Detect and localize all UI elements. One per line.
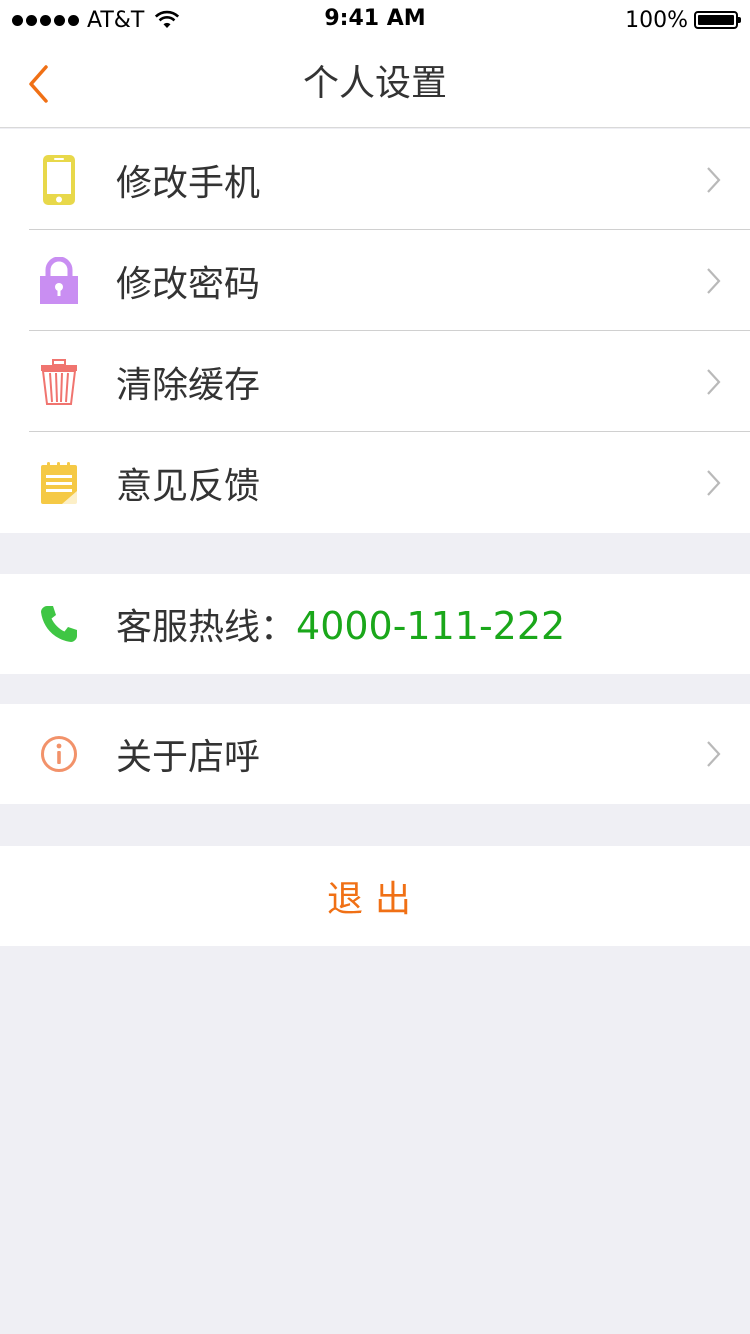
logout-button[interactable]: 退出 — [0, 846, 750, 946]
menu-item-feedback[interactable]: 意见反馈 — [0, 432, 750, 533]
menu-item-label: 修改密码 — [116, 263, 261, 305]
hotline-number[interactable]: 4000-111-222 — [296, 604, 565, 648]
chevron-right-icon — [707, 166, 721, 193]
hotline-section: 客服热线：4000-111-222 — [0, 574, 750, 674]
about-section: 关于店呼 — [0, 704, 750, 804]
menu-item-label: 关于店呼 — [116, 737, 261, 778]
menu-item-about[interactable]: 关于店呼 — [0, 704, 750, 804]
page-title: 个人设置 — [302, 63, 447, 104]
menu-item-label: 意见反馈 — [116, 465, 261, 507]
hotline-label: 客服热线： — [116, 607, 297, 648]
battery-percentage: 100% — [625, 7, 688, 33]
logout-label: 退出 — [326, 879, 423, 920]
telephone-icon — [38, 598, 80, 650]
chevron-right-icon — [707, 741, 721, 767]
chevron-right-icon — [707, 368, 721, 395]
hotline-text: 客服热线：4000-111-222 — [116, 598, 565, 650]
hotline-row[interactable]: 客服热线：4000-111-222 — [0, 574, 750, 674]
notepad-icon — [38, 457, 80, 509]
info-icon — [38, 728, 80, 780]
menu-item-change-password[interactable]: 修改密码 — [0, 230, 750, 331]
lock-icon — [38, 255, 80, 307]
trash-icon — [38, 356, 80, 408]
status-right: 100% — [625, 6, 741, 34]
phone-icon — [38, 154, 80, 206]
battery-icon — [694, 11, 741, 29]
chevron-right-icon — [707, 469, 721, 496]
navigation-bar: 个人设置 — [0, 40, 750, 128]
menu-item-label: 修改手机 — [116, 162, 261, 204]
menu-item-clear-cache[interactable]: 清除缓存 — [0, 331, 750, 432]
chevron-right-icon — [707, 267, 721, 294]
settings-menu: 修改手机 修改密码 清除缓存 意见反馈 — [0, 129, 750, 533]
menu-item-label: 清除缓存 — [116, 364, 261, 406]
menu-item-change-phone[interactable]: 修改手机 — [0, 129, 750, 230]
status-bar: AT&T 9:41 AM 100% — [0, 0, 750, 40]
